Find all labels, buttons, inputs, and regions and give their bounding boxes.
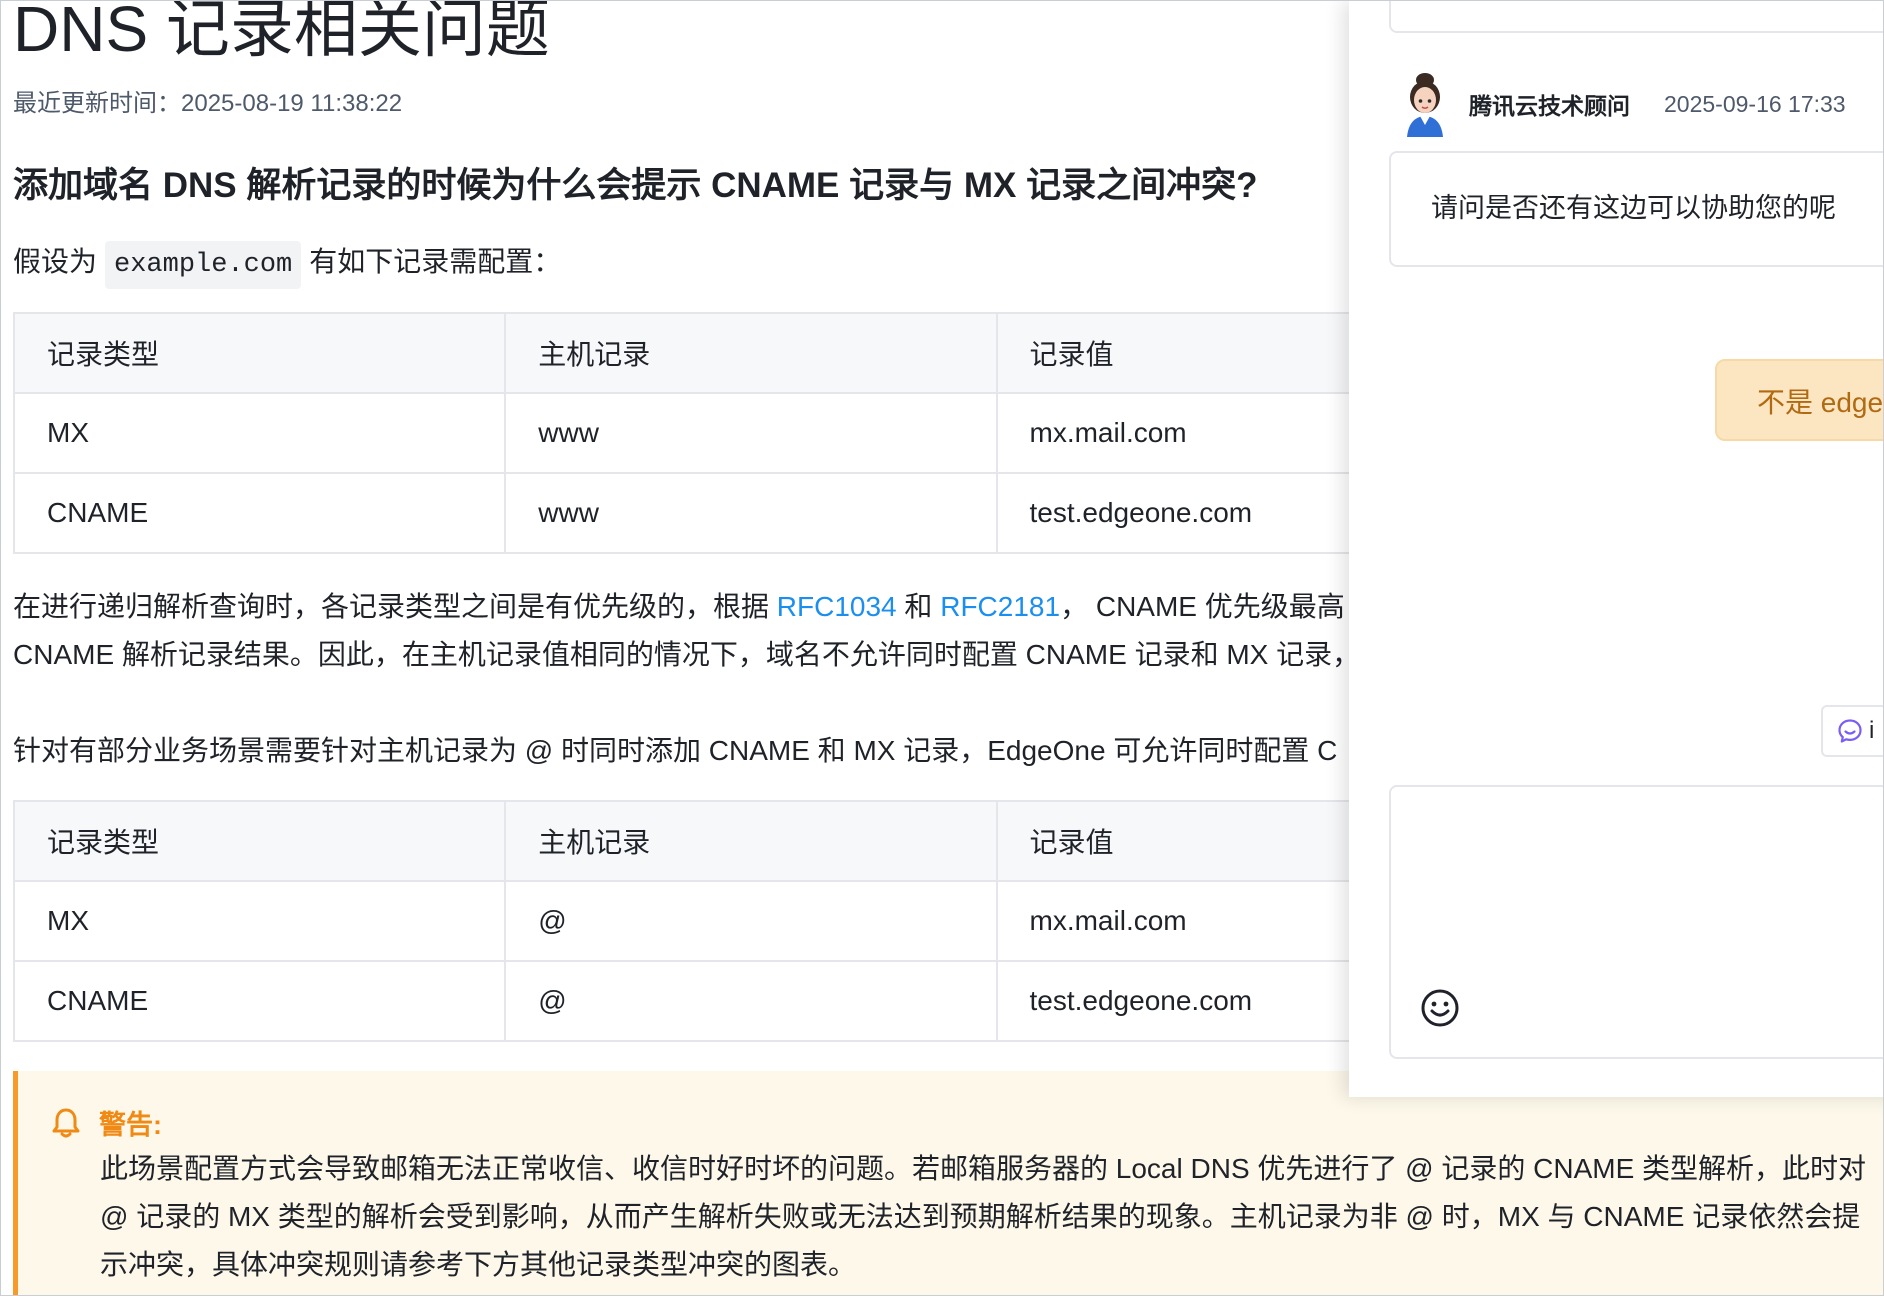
cell-host-record: www xyxy=(504,472,998,554)
chat-bubble-icon xyxy=(1838,719,1862,743)
recursion-text: 在进行递归解析查询时，各记录类型之间是有优先级的，根据 xyxy=(13,591,770,622)
warning-body: 此场景配置方式会导致邮箱无法正常收信、收信时好时坏的问题。若邮箱服务器的 Loc… xyxy=(100,1145,1866,1289)
cell-record-type: MX xyxy=(12,880,507,962)
last-updated: 最近更新时间：2025-08-19 11:38:22 xyxy=(13,90,403,117)
cell-host-record: www xyxy=(504,392,998,474)
warning-line: 示冲突，具体冲突规则请参考下方其他记录类型冲突的图表。 xyxy=(100,1249,857,1280)
cell-host-record: @ xyxy=(504,960,998,1042)
quick-reply-label: i xyxy=(1869,717,1875,744)
agent-avatar xyxy=(1407,73,1443,137)
suppose-suffix: 有如下记录需配置： xyxy=(309,246,562,277)
inline-code: example.com xyxy=(105,241,302,289)
chat-panel: 腾讯云技术顾问 2025-09-16 17:33 请问是否还有这边可以协助您的呢… xyxy=(1349,1,1884,1097)
header-record-type: 记录类型 xyxy=(12,312,507,394)
agent-message-bubble: 请问是否还有这边可以协助您的呢 xyxy=(1389,151,1883,267)
table-row: CNAME @ test.edgeone.com xyxy=(12,960,1488,1042)
recursion-text-tail: ， CNAME 优先级最高 xyxy=(1060,591,1345,622)
user-message-text: 不是 edge xyxy=(1757,387,1884,418)
agent-name: 腾讯云技术顾问 xyxy=(1469,93,1630,119)
warning-heading: 警告: xyxy=(51,1103,162,1142)
cell-record-type: CNAME xyxy=(12,960,507,1042)
cell-host-record: @ xyxy=(504,880,998,962)
recursion-paragraph-line1: 在进行递归解析查询时，各记录类型之间是有优先级的，根据 RFC1034 和 RF… xyxy=(13,583,1345,631)
header-host-record: 主机记录 xyxy=(504,800,998,882)
agent-header: 腾讯云技术顾问 2025-09-16 17:33 xyxy=(1401,71,1846,137)
records-table-www: 记录类型 主机记录 记录值 MX www mx.mail.com CNAME w… xyxy=(12,312,1488,554)
recursion-paragraph-line2: CNAME 解析记录结果。因此，在主机记录值相同的情况下，域名不允许同时配置 C… xyxy=(13,639,1361,670)
cell-record-type: CNAME xyxy=(12,472,507,554)
and-text: 和 xyxy=(904,591,933,622)
warning-title: 警告: xyxy=(99,1110,162,1140)
user-message-bubble: 不是 edge xyxy=(1715,359,1884,441)
bell-icon xyxy=(52,1108,80,1137)
warning-line: 此场景配置方式会导致邮箱无法正常收信、收信时好时坏的问题。若邮箱服务器的 Loc… xyxy=(100,1153,1867,1184)
table-row: MX www mx.mail.com xyxy=(12,392,1488,474)
rfc1034-link[interactable]: RFC1034 xyxy=(777,591,897,622)
question-heading: 添加域名 DNS 解析记录的时候为什么会提示 CNAME 记录与 MX 记录之间… xyxy=(13,166,1258,205)
agent-timestamp: 2025-09-16 17:33 xyxy=(1664,90,1846,117)
page-frame: DNS 记录相关问题 最近更新时间：2025-08-19 11:38:22 添加… xyxy=(0,0,1884,1296)
quick-reply-button[interactable]: i xyxy=(1821,705,1883,757)
header-record-type: 记录类型 xyxy=(12,800,507,882)
cell-record-type: MX xyxy=(12,392,507,474)
table-row: MX @ mx.mail.com xyxy=(12,880,1488,962)
table-row: CNAME www test.edgeone.com xyxy=(12,472,1488,554)
suppose-paragraph: 假设为 example.com 有如下记录需配置： xyxy=(13,238,561,289)
previous-message-bubble xyxy=(1389,1,1883,33)
warning-line: @ 记录的 MX 类型的解析会受到影响，从而产生解析失败或无法达到预期解析结果的… xyxy=(100,1201,1861,1232)
warning-callout: 警告: 此场景配置方式会导致邮箱无法正常收信、收信时好时坏的问题。若邮箱服务器的… xyxy=(13,1071,1883,1295)
table-header-row: 记录类型 主机记录 记录值 xyxy=(12,800,1488,882)
note-paragraph: 针对有部分业务场景需要针对主机记录为 @ 时同时添加 CNAME 和 MX 记录… xyxy=(13,735,1338,766)
header-host-record: 主机记录 xyxy=(504,312,998,394)
table-header-row: 记录类型 主机记录 记录值 xyxy=(12,312,1488,394)
agent-message-text: 请问是否还有这边可以协助您的呢 xyxy=(1431,193,1836,223)
page-title: DNS 记录相关问题 xyxy=(13,0,550,65)
records-table-at: 记录类型 主机记录 记录值 MX @ mx.mail.com CNAME @ t… xyxy=(12,800,1488,1042)
message-input[interactable] xyxy=(1389,785,1883,1059)
suppose-prefix: 假设为 xyxy=(13,246,98,277)
rfc2181-link[interactable]: RFC2181 xyxy=(940,591,1060,622)
smile-icon[interactable] xyxy=(1419,987,1461,1029)
